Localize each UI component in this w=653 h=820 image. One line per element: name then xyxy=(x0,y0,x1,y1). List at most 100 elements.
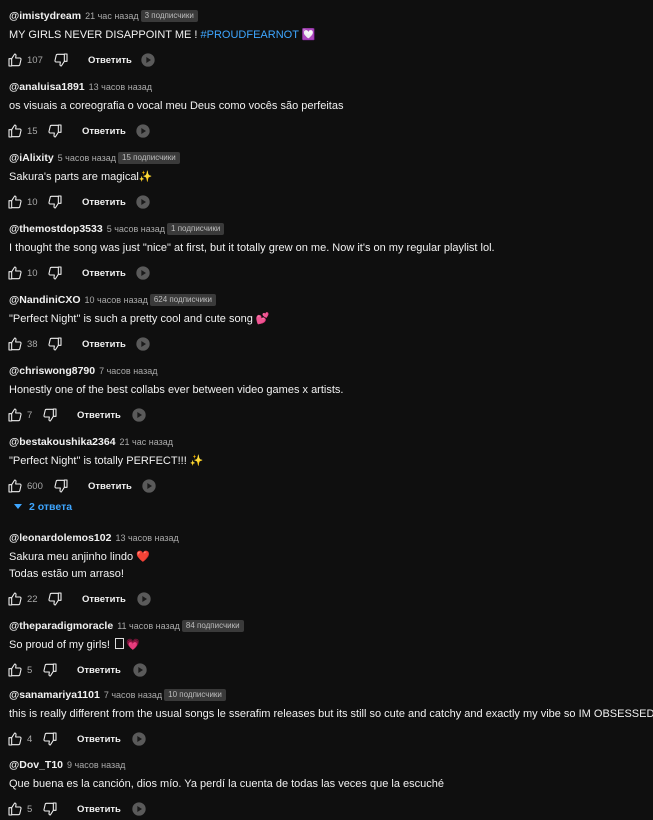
comment-time[interactable]: 7 часов назад xyxy=(99,366,157,376)
comment-text: "Perfect Night" is such a pretty cool an… xyxy=(9,313,270,325)
thumb-up-icon[interactable] xyxy=(7,52,23,68)
view-replies-button[interactable]: 2 ответа xyxy=(14,500,72,514)
comment: @leonardolemos102 13 часов назад Sakura … xyxy=(9,531,647,609)
comment-actions: 5 Ответить xyxy=(9,799,647,819)
reply-button[interactable]: Ответить xyxy=(82,192,126,212)
thumb-down-icon[interactable] xyxy=(47,194,63,210)
comment: @themostdop3533 5 часов назад 1 подписчи… xyxy=(9,222,647,283)
thumb-up-icon[interactable] xyxy=(7,478,23,494)
comment-actions: 5 Ответить xyxy=(9,660,647,680)
comment-author[interactable]: @chriswong8790 xyxy=(9,365,95,377)
comment-author[interactable]: @NandiniCXO xyxy=(9,294,81,306)
thumb-down-icon[interactable] xyxy=(42,731,58,747)
comment-author[interactable]: @Dov_T10 xyxy=(9,759,63,771)
comment-time[interactable]: 5 часов назад xyxy=(58,153,116,163)
ai-sparkle-icon[interactable] xyxy=(135,123,151,139)
thumb-up-icon[interactable] xyxy=(7,801,23,817)
ai-sparkle-icon[interactable] xyxy=(132,662,148,678)
thumb-up-icon[interactable] xyxy=(7,662,23,678)
thumb-down-icon[interactable] xyxy=(42,801,58,817)
comment-time[interactable]: 13 часов назад xyxy=(89,82,152,92)
reply-button[interactable]: Ответить xyxy=(82,589,126,609)
thumb-down-icon[interactable] xyxy=(53,478,69,494)
thumb-up-icon[interactable] xyxy=(7,731,23,747)
thumb-up-icon[interactable] xyxy=(7,265,23,281)
ai-sparkle-icon[interactable] xyxy=(135,194,151,210)
thumb-down-icon[interactable] xyxy=(47,336,63,352)
like-count: 22 xyxy=(27,593,38,605)
ai-sparkle-icon[interactable] xyxy=(135,336,151,352)
ai-sparkle-icon[interactable] xyxy=(140,52,156,68)
thumb-up-icon[interactable] xyxy=(7,123,23,139)
thumb-down-icon[interactable] xyxy=(47,591,63,607)
comment-time[interactable]: 5 часов назад xyxy=(107,224,165,234)
reply-button[interactable]: Ответить xyxy=(88,50,132,70)
comment-author[interactable]: @theparadigmoracle xyxy=(9,620,113,632)
reply-button[interactable]: Ответить xyxy=(82,334,126,354)
comment-actions: 7 Ответить xyxy=(9,405,647,425)
heart-emoji: 💟 xyxy=(301,29,316,41)
comment: @chriswong8790 7 часов назад Honestly on… xyxy=(9,364,647,425)
thumb-down-icon[interactable] xyxy=(47,265,63,281)
comment: @analuisa1891 13 часов назад os visuais … xyxy=(9,80,647,141)
comment-time[interactable]: 21 час назад xyxy=(120,437,173,447)
missing-glyph-icon xyxy=(114,638,124,649)
comment-actions: 10 Ответить xyxy=(9,263,647,283)
thumb-down-icon[interactable] xyxy=(47,123,63,139)
comment-time[interactable]: 11 часов назад xyxy=(117,621,180,631)
thumb-down-icon[interactable] xyxy=(42,662,58,678)
caret-down-icon xyxy=(14,504,22,509)
comment-text: this is really different from the usual … xyxy=(9,708,653,720)
sparkles-emoji: ✨ xyxy=(189,455,204,467)
like-count: 7 xyxy=(27,409,33,421)
ai-sparkle-icon[interactable] xyxy=(131,801,147,817)
reply-button[interactable]: Ответить xyxy=(77,660,121,680)
ai-sparkle-icon[interactable] xyxy=(135,265,151,281)
ai-sparkle-icon[interactable] xyxy=(131,731,147,747)
thumb-down-icon[interactable] xyxy=(42,407,58,423)
reply-button[interactable]: Ответить xyxy=(82,121,126,141)
comment-time[interactable]: 13 часов назад xyxy=(115,533,178,543)
comment-author[interactable]: @sanamariya1101 xyxy=(9,689,100,701)
comment-author[interactable]: @leonardolemos102 xyxy=(9,532,111,544)
comment-time[interactable]: 7 часов назад xyxy=(104,690,162,700)
comment-time[interactable]: 9 часов назад xyxy=(67,760,125,770)
comment-time[interactable]: 21 час назад xyxy=(85,11,138,21)
ai-sparkle-icon[interactable] xyxy=(141,478,157,494)
thumb-down-icon[interactable] xyxy=(53,52,69,68)
sparkles-emoji: ✨ xyxy=(138,171,153,183)
comment-time[interactable]: 10 часов назад xyxy=(85,295,148,305)
thumb-up-icon[interactable] xyxy=(7,336,23,352)
comment-actions: 38 Ответить xyxy=(9,334,647,354)
comment-text: "Perfect Night" is totally PERFECT!!! ✨ xyxy=(9,455,204,467)
comment-text: os visuais a coreografia o vocal meu Deu… xyxy=(9,100,344,112)
thumb-up-icon[interactable] xyxy=(7,591,23,607)
ai-sparkle-icon[interactable] xyxy=(131,407,147,423)
ai-sparkle-icon[interactable] xyxy=(136,591,152,607)
comment-author[interactable]: @themostdop3533 xyxy=(9,223,103,235)
comment: @sanamariya1101 7 часов назад 10 подписч… xyxy=(7,688,653,749)
reply-button[interactable]: Ответить xyxy=(77,405,121,425)
reply-button[interactable]: Ответить xyxy=(77,799,121,819)
like-count: 10 xyxy=(27,196,38,208)
subscriber-badge: 3 подписчики xyxy=(140,10,198,22)
comment-actions: 107 Ответить xyxy=(9,50,647,70)
comment-author[interactable]: @analuisa1891 xyxy=(9,81,85,93)
subscriber-badge: 1 подписчики xyxy=(167,223,225,235)
replies-count: 2 ответа xyxy=(29,501,73,513)
thumb-up-icon[interactable] xyxy=(7,407,23,423)
comment-actions: 600 Ответить xyxy=(9,476,647,496)
comment-actions: 10 Ответить xyxy=(9,192,647,212)
thumb-up-icon[interactable] xyxy=(7,194,23,210)
like-count: 600 xyxy=(27,480,43,492)
hashtag-link[interactable]: #PROUDFEARNOT xyxy=(201,29,299,41)
comment-author[interactable]: @bestakoushika2364 xyxy=(9,436,116,448)
like-count: 4 xyxy=(27,733,33,745)
comment-author[interactable]: @iAlixity xyxy=(9,152,54,164)
reply-button[interactable]: Ответить xyxy=(77,729,121,749)
comment-text: Sakura's parts are magical✨ xyxy=(9,171,153,183)
comment-author[interactable]: @imistydream xyxy=(9,10,81,22)
comment: @bestakoushika2364 21 час назад "Perfect… xyxy=(9,435,647,496)
reply-button[interactable]: Ответить xyxy=(82,263,126,283)
reply-button[interactable]: Ответить xyxy=(88,476,132,496)
